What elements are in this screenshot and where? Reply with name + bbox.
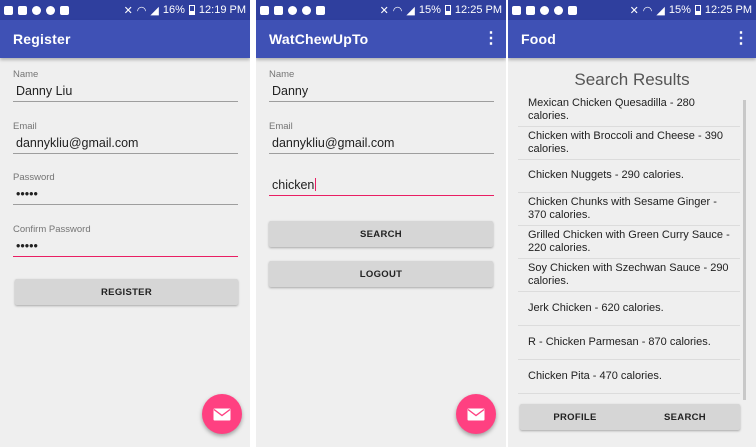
facebook-icon [18,5,27,15]
logout-button[interactable]: LOGOUT [269,261,493,287]
system-icons: ✕ ◠ ◢ 15% 12:25 PM [630,4,752,17]
food-results-screen: ✕ ◠ ◢ 15% 12:25 PM Food ⋮ Search Results… [508,0,756,447]
system-icons: ✕ ◠ ◢ 16% 12:19 PM [124,4,246,17]
scrollbar[interactable] [743,100,746,400]
battery-icon [694,5,701,15]
status-bar: ✕ ◠ ◢ 15% 12:25 PM [256,0,506,20]
mail-icon [467,408,485,420]
gallery-icon [568,5,577,15]
app-bar-title: Register [13,31,71,47]
notification-icons [4,5,69,15]
home-screen: ✕ ◠ ◢ 15% 12:25 PM WatChewUpTo ⋮ Name Da… [256,0,506,447]
mute-icon: ✕ [629,4,639,17]
wifi-icon: ◠ [136,4,147,17]
results-title: Search Results [574,70,690,89]
result-item[interactable]: Chicken Pita - 470 calories. [518,360,740,394]
facebook-icon [274,5,283,15]
confirm-password-input[interactable]: ••••• [13,235,238,257]
notification-icons [260,5,325,15]
result-item[interactable]: Grilled Chicken with Green Curry Sauce -… [518,226,740,259]
password-input[interactable]: ••••• [13,183,238,205]
register-screen: ✕ ◠ ◢ 16% 12:19 PM Register Name Danny L… [0,0,250,447]
mute-icon: ✕ [123,4,133,17]
app-bar: WatChewUpTo ⋮ [256,20,506,58]
email-field[interactable]: Email dannykliu@gmail.com [13,121,238,154]
search-button[interactable]: SEARCH [269,221,493,247]
result-item[interactable]: Mexican Chicken Quesadilla - 280 calorie… [518,94,740,127]
result-item[interactable]: R - Chicken Parmesan - 870 calories. [518,326,740,360]
signal-icon: ◢ [150,4,159,17]
snapchat-icon [288,5,297,15]
battery-percent: 16% [162,4,185,16]
email-field[interactable]: Email dannykliu@gmail.com [269,121,494,154]
app-bar: Register [0,20,250,58]
name-field[interactable]: Name Danny Liu [13,69,238,102]
result-item[interactable]: Soy Chicken with Szechwan Sauce - 290 ca… [518,259,740,292]
result-item[interactable]: Chicken Chunks with Sesame Ginger - 370 … [518,193,740,226]
search-field[interactable]: chicken [269,174,494,196]
battery-percent: 15% [668,4,691,16]
wifi-icon: ◠ [642,4,653,17]
snapchat-icon [32,5,41,15]
status-bar: ✕ ◠ ◢ 16% 12:19 PM [0,0,250,20]
name-label: Name [13,69,39,80]
battery-icon [188,5,195,15]
notification-icon [512,5,521,15]
confirm-password-label: Confirm Password [13,224,91,235]
notification-icon [4,5,13,15]
notification-icon [260,5,269,15]
clock: 12:25 PM [454,4,502,16]
search-input-text: chicken [272,178,315,192]
signal-icon: ◢ [406,4,415,17]
battery-percent: 15% [418,4,441,16]
search-input[interactable]: chicken [269,174,494,196]
notification-icons [512,5,577,15]
overflow-menu-icon[interactable]: ⋮ [733,31,749,47]
app-bar: Food ⋮ [508,20,756,58]
mute-icon: ✕ [379,4,389,17]
search-button[interactable]: SEARCH [630,404,740,430]
signal-icon: ◢ [656,4,665,17]
bottom-button-bar: PROFILE SEARCH [520,404,740,430]
overflow-menu-icon[interactable]: ⋮ [483,31,499,47]
mail-fab[interactable] [202,394,242,434]
facebook-icon [526,5,535,15]
gallery-icon [316,5,325,15]
wifi-icon: ◠ [392,4,403,17]
clock: 12:25 PM [704,4,752,16]
confirm-password-field[interactable]: Confirm Password ••••• [13,224,238,257]
snapchat-icon [540,5,549,15]
email-label: Email [269,121,293,132]
email-input[interactable]: dannykliu@gmail.com [13,132,238,154]
snapchat-icon [302,5,311,15]
screenshot-collage: ✕ ◠ ◢ 16% 12:19 PM Register Name Danny L… [0,0,756,447]
status-bar: ✕ ◠ ◢ 15% 12:25 PM [508,0,756,20]
app-bar-title: WatChewUpTo [269,31,369,47]
snapchat-icon [554,5,563,15]
result-item[interactable]: Chicken with Broccoli and Cheese - 390 c… [518,127,740,160]
clock: 12:19 PM [198,4,246,16]
battery-icon [444,5,451,15]
mail-fab[interactable] [456,394,496,434]
password-label: Password [13,172,55,183]
profile-button[interactable]: PROFILE [520,404,630,430]
results-list: Mexican Chicken Quesadilla - 280 calorie… [518,94,740,394]
password-field[interactable]: Password ••••• [13,172,238,205]
snapchat-icon [46,5,55,15]
name-input[interactable]: Danny Liu [13,80,238,102]
result-item[interactable]: Jerk Chicken - 620 calories. [518,292,740,326]
register-button[interactable]: REGISTER [15,279,238,305]
mail-icon [213,408,231,420]
email-label: Email [13,121,37,132]
gallery-icon [60,5,69,15]
name-label: Name [269,69,295,80]
text-cursor [315,178,317,191]
email-input[interactable]: dannykliu@gmail.com [269,132,494,154]
result-item[interactable]: Chicken Nuggets - 290 calories. [518,160,740,193]
name-field[interactable]: Name Danny [269,69,494,102]
system-icons: ✕ ◠ ◢ 15% 12:25 PM [380,4,502,17]
app-bar-title: Food [521,31,557,47]
name-input[interactable]: Danny [269,80,494,102]
